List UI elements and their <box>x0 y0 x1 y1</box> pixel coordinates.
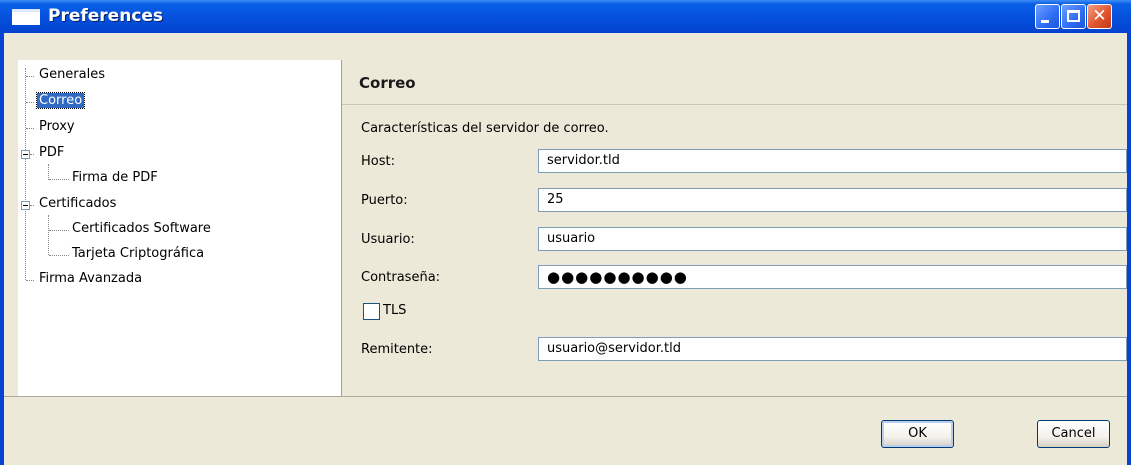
preferences-tree: Generales Correo Proxy PDF Firma de PDF … <box>18 60 342 396</box>
cancel-button[interactable]: Cancel <box>1037 420 1110 448</box>
collapse-pdf-icon[interactable] <box>21 150 30 159</box>
tree-item-label: Proxy <box>39 119 75 134</box>
close-icon: ✕ <box>1092 6 1107 26</box>
tree-line <box>49 255 69 256</box>
tree-item-generales[interactable]: Generales <box>39 66 105 84</box>
tree-line <box>48 215 49 255</box>
tree-line <box>26 76 34 77</box>
window-icon <box>12 9 40 25</box>
preferences-window: Preferences ✕ Generales Correo Proxy PDF… <box>0 0 1131 465</box>
window-title: Preferences <box>48 6 164 26</box>
port-input[interactable]: 25 <box>538 188 1127 212</box>
tree-item-certificados-software[interactable]: Certificados Software <box>72 220 211 238</box>
tree-item-label: Tarjeta Criptográfica <box>72 246 205 261</box>
user-label: Usuario: <box>361 232 415 247</box>
password-label: Contraseña: <box>361 270 441 285</box>
sender-label: Remitente: <box>361 342 433 357</box>
tree-line <box>48 164 49 180</box>
tree-line <box>26 128 34 129</box>
tree-item-label: Firma de PDF <box>72 170 158 185</box>
port-label: Puerto: <box>361 193 408 208</box>
tree-item-label: Correo <box>35 92 86 109</box>
settings-panel: Correo Características del servidor de c… <box>342 60 1127 396</box>
collapse-certificados-icon[interactable] <box>21 201 30 210</box>
user-input[interactable]: usuario <box>538 227 1127 251</box>
title-bar[interactable]: Preferences ✕ <box>0 0 1131 33</box>
tree-item-label: Firma Avanzada <box>39 271 143 286</box>
tree-line <box>49 230 69 231</box>
host-input[interactable]: servidor.tld <box>538 149 1127 173</box>
host-label: Host: <box>361 154 395 169</box>
sender-input[interactable]: usuario@servidor.tld <box>538 337 1127 361</box>
tree-item-firma-de-pdf[interactable]: Firma de PDF <box>72 169 158 187</box>
minimize-button[interactable] <box>1035 4 1060 29</box>
tree-line <box>26 280 34 281</box>
tree-item-label: Certificados Software <box>72 221 211 236</box>
panel-description: Características del servidor de correo. <box>361 121 609 136</box>
tree-item-certificados[interactable]: Certificados <box>39 195 116 213</box>
maximize-button[interactable] <box>1061 4 1086 29</box>
ok-button[interactable]: OK <box>881 420 954 448</box>
password-input[interactable]: ●●●●●●●●●● <box>538 265 1127 289</box>
tree-line <box>30 154 34 155</box>
minimize-icon <box>1041 20 1049 23</box>
page-title: Correo <box>359 74 416 92</box>
tree-item-label: Generales <box>39 67 106 82</box>
tls-label[interactable]: TLS <box>383 303 406 318</box>
tree-item-proxy[interactable]: Proxy <box>39 118 75 136</box>
panel-header: Correo <box>342 60 1127 105</box>
maximize-icon <box>1067 10 1080 22</box>
tree-line <box>30 205 34 206</box>
divider <box>4 396 1127 397</box>
tree-line <box>49 179 69 180</box>
tree-item-label: PDF <box>39 145 65 160</box>
close-button[interactable]: ✕ <box>1087 4 1112 29</box>
tree-line <box>26 102 34 103</box>
tree-item-firma-avanzada[interactable]: Firma Avanzada <box>39 270 142 288</box>
tree-item-pdf[interactable]: PDF <box>39 144 64 162</box>
tls-checkbox[interactable] <box>363 303 380 320</box>
tree-item-correo[interactable]: Correo <box>35 92 86 110</box>
tree-line <box>25 68 26 280</box>
tree-item-label: Certificados <box>39 196 117 211</box>
tree-item-tarjeta-criptografica[interactable]: Tarjeta Criptográfica <box>72 245 204 263</box>
